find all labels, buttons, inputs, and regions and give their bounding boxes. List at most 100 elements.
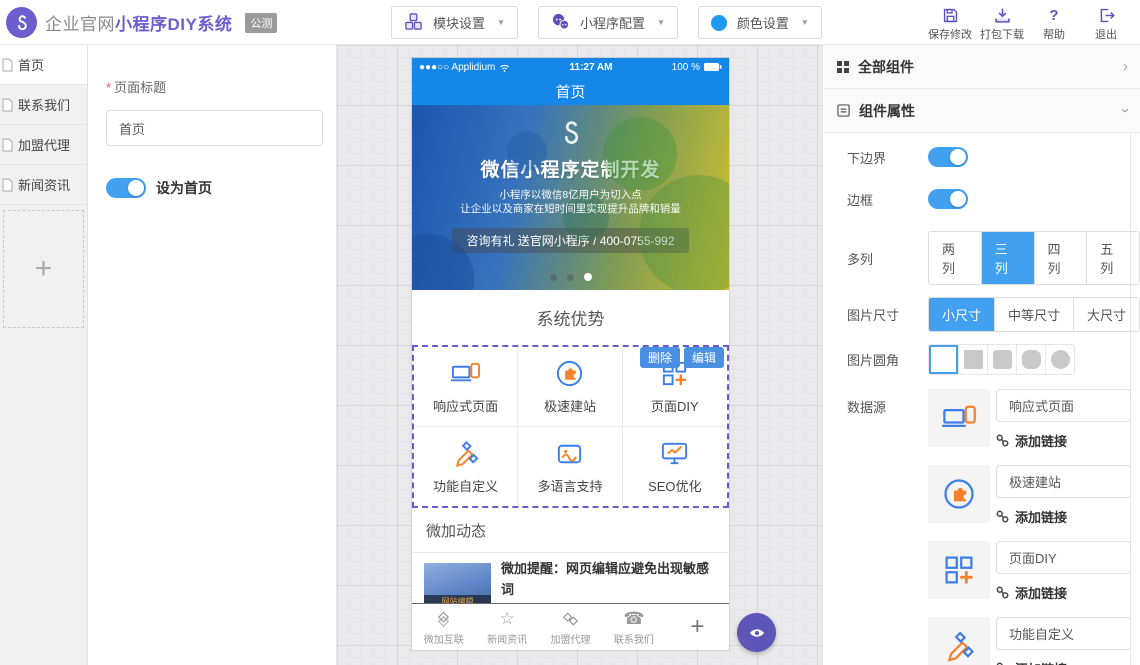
brand-diamond-icon xyxy=(434,609,453,630)
preview-button[interactable] xyxy=(737,613,776,652)
selected-component-grid[interactable]: 删除 编辑 响应式页面 极速建站 页面DIY xyxy=(412,345,729,508)
help-button[interactable]: ? 帮助 xyxy=(1028,5,1080,42)
scrollbar-track[interactable] xyxy=(1130,134,1131,665)
section-title-news: 微加动态 xyxy=(412,508,729,553)
component-props-header[interactable]: 组件属性 › xyxy=(823,89,1140,133)
feature-seo[interactable]: SEO优化 xyxy=(623,427,727,506)
menu-color-button[interactable]: 颜色设置 ▼ xyxy=(698,6,822,39)
page-title-input[interactable] xyxy=(106,110,323,146)
data-source-title-input[interactable] xyxy=(996,465,1131,498)
tab-weijia[interactable]: 微加互联 xyxy=(412,604,475,650)
data-source-item: 添加链接 xyxy=(928,617,1131,665)
beta-badge: 公测 xyxy=(245,13,277,33)
feature-fast-build[interactable]: 极速建站 xyxy=(518,347,622,427)
bottom-border-toggle[interactable] xyxy=(928,147,968,167)
columns-option-2[interactable]: 两列 xyxy=(929,232,981,284)
pages-sidebar: 首页 联系我们 加盟代理 新闻资讯 + xyxy=(0,45,88,665)
border-toggle[interactable] xyxy=(928,189,968,209)
border-row: 边框 xyxy=(847,189,1140,209)
tags-icon xyxy=(561,609,580,630)
fast-build-icon xyxy=(554,358,585,389)
radius-option-rounded-lg[interactable] xyxy=(1016,345,1045,374)
hero-subtitle: 小程序以微信8亿用户为切入点 让企业以及商家在短时间里实现提升品牌和销量 xyxy=(412,188,729,216)
responsive-icon xyxy=(450,358,481,389)
radius-option-rounded-sm[interactable] xyxy=(987,345,1016,374)
app-title: 企业官网小程序DIY系统 xyxy=(45,10,232,35)
add-page-button[interactable]: + xyxy=(3,210,84,328)
menu-miniprogram-button[interactable]: 小程序配置 ▼ xyxy=(538,6,678,39)
exit-icon xyxy=(1098,5,1115,24)
data-source-item: 添加链接 xyxy=(928,465,1131,526)
edit-component-button[interactable]: 编辑 xyxy=(684,347,724,368)
sidebar-item-agent[interactable]: 加盟代理 xyxy=(0,125,87,165)
page-icon xyxy=(1,138,14,152)
plus-icon: + xyxy=(35,252,53,286)
chevron-down-icon: › xyxy=(1117,108,1134,113)
add-link-button[interactable]: 添加链接 xyxy=(996,659,1131,665)
components-grid-icon xyxy=(837,61,849,73)
radius-option-square[interactable] xyxy=(958,345,987,374)
menu-modules-button[interactable]: 模块设置 ▼ xyxy=(391,6,518,39)
add-link-button[interactable]: 添加链接 xyxy=(996,583,1131,602)
help-icon: ? xyxy=(1049,5,1058,24)
selection-actions: 删除 编辑 xyxy=(640,347,724,368)
data-source-title-input[interactable] xyxy=(996,541,1131,574)
sidebar-item-home[interactable]: 首页 xyxy=(0,45,87,85)
feature-responsive[interactable]: 响应式页面 xyxy=(414,347,518,427)
props-list-icon xyxy=(837,104,850,117)
tab-add[interactable]: + xyxy=(666,604,729,650)
custom-function-icon xyxy=(928,617,990,665)
download-button[interactable]: 打包下载 xyxy=(976,5,1028,42)
carousel-dot-active[interactable] xyxy=(584,273,592,281)
radius-option-circle[interactable] xyxy=(1045,345,1074,374)
data-source-item: 添加链接 xyxy=(928,389,1131,450)
feature-custom-function[interactable]: 功能自定义 xyxy=(414,427,518,506)
phone-status-bar: ●●●○○ Applidium 11:27 AM 100 % xyxy=(412,58,729,77)
data-source-title-input[interactable] xyxy=(996,617,1131,650)
sidebar-item-contact[interactable]: 联系我们 xyxy=(0,85,87,125)
sidebar-item-news[interactable]: 新闻资讯 xyxy=(0,165,87,205)
radius-option-none-selected[interactable] xyxy=(929,345,958,374)
add-link-button[interactable]: 添加链接 xyxy=(996,431,1131,450)
caret-down-icon: ▼ xyxy=(497,18,505,27)
add-link-button[interactable]: 添加链接 xyxy=(996,507,1131,526)
link-icon xyxy=(996,434,1009,447)
battery-icon xyxy=(704,63,722,72)
download-icon xyxy=(994,5,1011,24)
tab-agent[interactable]: 加盟代理 xyxy=(539,604,602,650)
page-diy-icon xyxy=(928,541,990,599)
delete-component-button[interactable]: 删除 xyxy=(640,347,680,368)
page-settings-panel: *页面标题 设为首页 xyxy=(89,45,337,665)
columns-option-3-selected[interactable]: 三列 xyxy=(981,232,1034,284)
data-source-title-input[interactable] xyxy=(996,389,1131,422)
page-icon xyxy=(1,98,14,112)
save-icon xyxy=(942,5,959,24)
columns-option-5[interactable]: 五列 xyxy=(1086,232,1139,284)
eye-icon xyxy=(748,624,766,642)
page-icon xyxy=(1,58,14,72)
all-components-header[interactable]: 全部组件 › xyxy=(823,45,1140,89)
top-bar: 企业官网小程序DIY系统 公测 模块设置 ▼ 小程序配置 ▼ 颜色设置 xyxy=(0,0,1140,45)
size-medium[interactable]: 中等尺寸 xyxy=(994,298,1073,331)
save-button[interactable]: 保存修改 xyxy=(924,5,976,42)
feature-multilang[interactable]: 多语言支持 xyxy=(518,427,622,506)
carousel-dot[interactable] xyxy=(567,274,574,281)
clock-text: 11:27 AM xyxy=(570,62,613,73)
set-home-toggle[interactable] xyxy=(106,178,146,198)
exit-button[interactable]: 退出 xyxy=(1080,5,1132,42)
image-radius-row: 图片圆角 xyxy=(847,344,1140,375)
tab-news[interactable]: ☆ 新闻资讯 xyxy=(475,604,538,650)
top-menus: 模块设置 ▼ 小程序配置 ▼ 颜色设置 ▼ xyxy=(391,6,822,39)
phone-icon: ☎ xyxy=(623,609,644,630)
page-title-label: *页面标题 xyxy=(106,77,323,96)
hero-banner[interactable]: 微信小程序定制开发 小程序以微信8亿用户为切入点 让企业以及商家在短时间里实现提… xyxy=(412,105,729,290)
data-source-row: 数据源 添加链接 xyxy=(847,389,1140,665)
columns-option-4[interactable]: 四列 xyxy=(1034,232,1087,284)
size-small-selected[interactable]: 小尺寸 xyxy=(929,298,994,331)
responsive-icon xyxy=(928,389,990,447)
multilang-icon xyxy=(554,438,585,469)
carousel-dot[interactable] xyxy=(550,274,557,281)
columns-row: 多列 两列 三列 四列 五列 xyxy=(847,231,1140,285)
page-icon xyxy=(1,178,14,192)
tab-contact[interactable]: ☎ 联系我们 xyxy=(602,604,665,650)
